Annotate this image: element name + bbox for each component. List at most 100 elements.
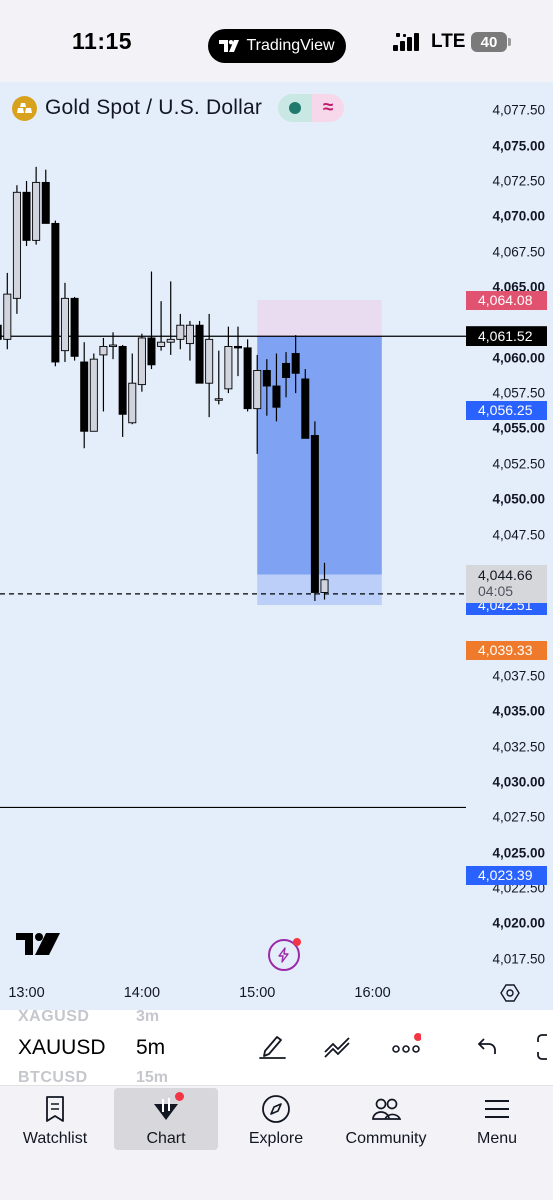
undo-icon (477, 1038, 496, 1054)
chart-toolbar: XAGUSD XAUUSD BTCUSD 3m 5m 15m (0, 1010, 553, 1085)
candle-body-10 (89, 358, 98, 432)
timeframe-next[interactable]: 15m (136, 1069, 168, 1085)
stop-loss-zone (257, 300, 382, 337)
price-tick-label: 4,072.50 (492, 173, 545, 189)
symbol-next[interactable]: BTCUSD (18, 1069, 88, 1085)
wave-icon: ≈ (312, 94, 345, 122)
price-tick-label: 4,020.00 (492, 915, 545, 931)
price-tick-label: 4,067.50 (492, 244, 545, 260)
symbol-title[interactable]: Gold Spot / U.S. Dollar (45, 96, 262, 120)
candle-body-14 (128, 382, 137, 424)
time-tick-label: 13:00 (8, 985, 45, 1001)
time-tick-label: 15:00 (239, 985, 276, 1001)
tab-menu[interactable]: Menu (445, 1088, 549, 1150)
candle-body-23 (214, 398, 223, 401)
candle-body-29 (272, 385, 281, 408)
price-tick-label: 4,055.00 (492, 420, 545, 436)
tradingview-pill-label: TradingView (246, 37, 335, 54)
tab-explore[interactable]: Explore (224, 1088, 328, 1150)
tab-community[interactable]: Community (334, 1088, 438, 1150)
candle-body-11 (99, 345, 108, 356)
candle-body-1 (3, 293, 12, 340)
price-tick-label: 4,060.00 (492, 350, 545, 366)
battery-level: 40 (480, 33, 498, 51)
candle-body-31 (291, 353, 300, 374)
battery-icon: 40 (471, 32, 507, 52)
flash-alert-button[interactable] (268, 938, 301, 971)
trend-tools-button[interactable] (322, 1031, 354, 1063)
tab-chart-label: Chart (146, 1130, 186, 1147)
price-tick-label: 4,027.50 (492, 809, 545, 825)
fullscreen-icon (537, 1034, 547, 1060)
chart-area[interactable]: Gold Spot / U.S. Dollar ≈ 4,077.50 4,075.… (0, 82, 553, 1010)
candle-body-12 (109, 344, 118, 347)
tab-menu-label: Menu (476, 1130, 518, 1147)
session-status-pill[interactable]: ≈ (278, 94, 345, 122)
price-tag: 4,064.08 (466, 290, 547, 310)
candle-body-13 (118, 345, 127, 415)
market-open-icon (278, 94, 313, 122)
candle-body-32 (301, 378, 310, 439)
price-tick-label: 4,030.00 (492, 774, 545, 790)
menu-icon (482, 1094, 512, 1124)
chart-settings-icon[interactable] (500, 983, 520, 1003)
candle-body-2 (12, 191, 21, 299)
plot-layer (0, 166, 466, 809)
candle-body-20 (185, 324, 194, 345)
price-tick-label: 4,025.00 (492, 845, 545, 861)
price-tick-label: 4,057.50 (492, 385, 545, 401)
candle-body-21 (195, 324, 204, 384)
current-price-tag: 4,044.66 04:05 (466, 564, 547, 603)
lightning-icon (278, 947, 289, 963)
chart-badge-dot (175, 1092, 184, 1101)
candle-body-8 (70, 297, 79, 357)
candle-body-25 (233, 345, 242, 349)
price-tag: 4,023.39 (466, 865, 547, 885)
symbol-selector[interactable]: XAUUSD (18, 1036, 106, 1060)
price-tick-label: 4,052.50 (492, 456, 545, 472)
symbol-previous[interactable]: XAGUSD (18, 1010, 89, 1026)
remaining-target-zone (257, 574, 382, 606)
candle-body-3 (22, 191, 31, 241)
current-price-label: 4,044.66 (478, 566, 533, 583)
candle-body-19 (176, 324, 185, 340)
candle-body-34 (320, 579, 329, 593)
drawing-tool-button[interactable] (256, 1031, 288, 1063)
network-label: LTE (431, 31, 466, 52)
candle-body-16 (147, 337, 156, 366)
price-tick-label: 4,047.50 (492, 527, 545, 542)
candle-body-26 (243, 347, 252, 410)
tradingview-logo-icon (219, 40, 240, 52)
price-tag: 4,061.52 (466, 326, 547, 346)
compass-icon (261, 1094, 291, 1124)
candle-body-18 (166, 338, 175, 343)
tab-chart[interactable]: Chart (114, 1088, 218, 1150)
timeframe-previous[interactable]: 3m (136, 1010, 159, 1026)
drawing-tool-icon (259, 1036, 286, 1059)
time-tick-label: 16:00 (354, 985, 391, 1001)
price-tick-label: 4,075.00 (492, 138, 545, 154)
candle-body-9 (80, 361, 89, 432)
price-tick-label: 4,077.50 (492, 102, 545, 118)
undo-button[interactable] (470, 1031, 502, 1063)
symbol-header[interactable]: Gold Spot / U.S. Dollar ≈ (12, 94, 345, 122)
more-tools-button[interactable] (390, 1031, 422, 1063)
chart-icon (151, 1092, 184, 1124)
price-tag: 4,039.33 (466, 640, 547, 660)
timeframe-selector[interactable]: 5m (136, 1036, 165, 1060)
price-tag: 4,056.25 (466, 401, 547, 421)
fullscreen-button[interactable] (534, 1031, 553, 1063)
candle-body-28 (262, 370, 271, 387)
price-tick-label: 4,070.00 (492, 208, 545, 224)
tab-watchlist[interactable]: Watchlist (3, 1088, 107, 1150)
tradingview-watermark-icon[interactable] (16, 933, 60, 955)
bar-countdown-label: 04:05 (478, 582, 514, 599)
tab-community-label: Community (345, 1130, 427, 1147)
time-tick-label: 14:00 (123, 985, 161, 1001)
bottom-tab-bar: Watchlist Chart Explore Community Menu (0, 1085, 553, 1200)
status-time: 11:15 (72, 28, 133, 54)
tradingview-pill[interactable]: TradingView (208, 29, 346, 63)
candle-body-0 (0, 324, 2, 340)
candle-body-7 (60, 297, 69, 352)
candle-body-22 (205, 338, 214, 384)
